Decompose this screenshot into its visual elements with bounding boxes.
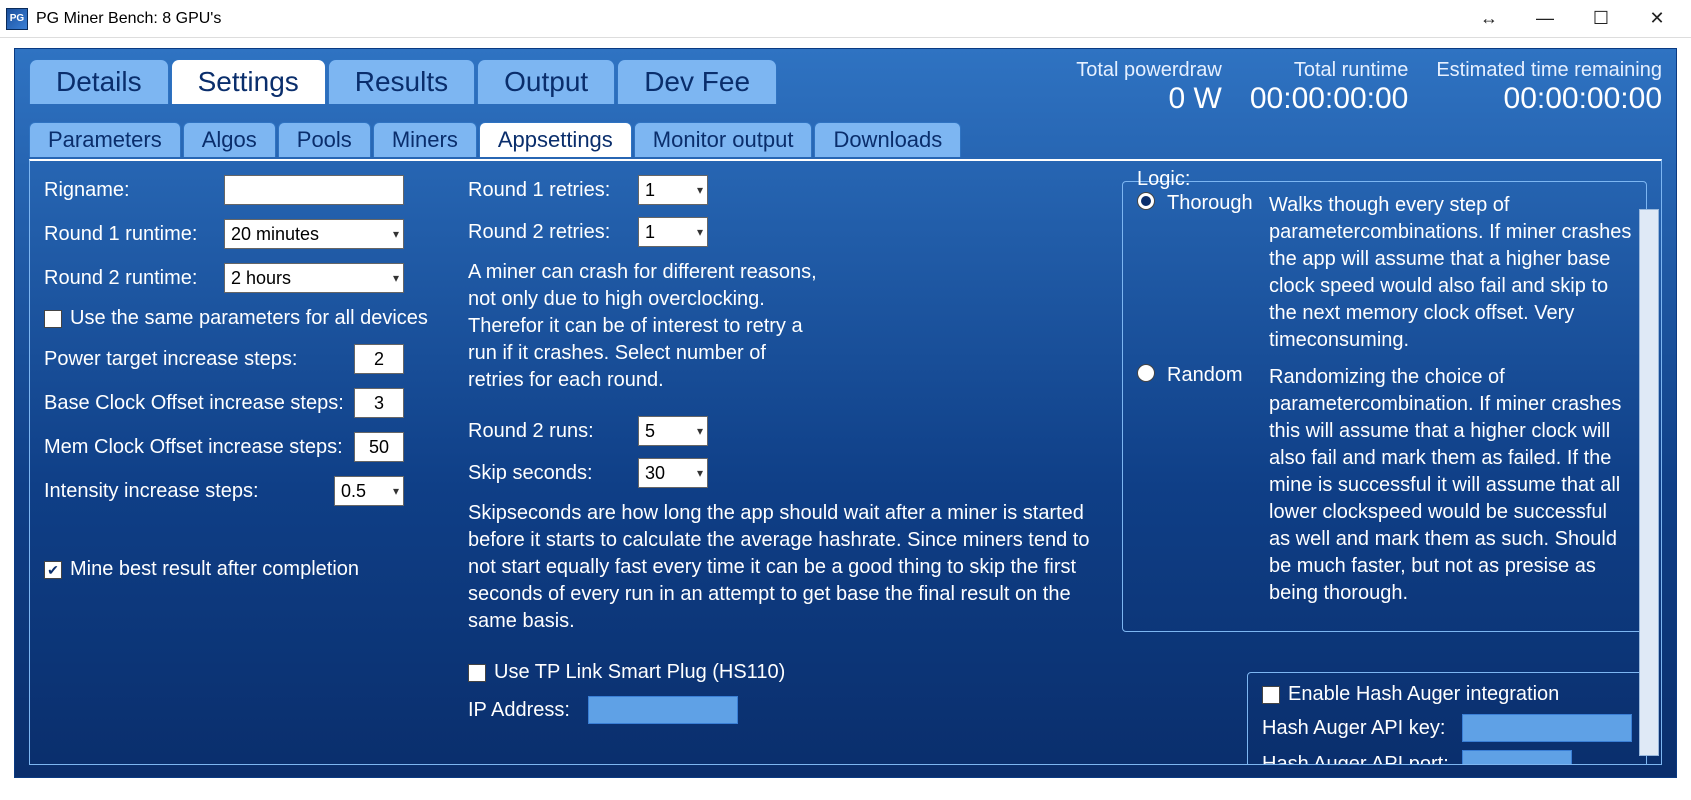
mine-best-checkbox[interactable]: ✔ Mine best result after completion (44, 558, 444, 581)
checkbox-icon (1262, 686, 1280, 704)
subtab-monitoroutput[interactable]: Monitor output (634, 122, 813, 157)
chevron-down-icon: ▾ (697, 225, 703, 239)
stats-bar: Total powerdraw 0 W Total runtime 00:00:… (1076, 59, 1662, 116)
random-radio[interactable] (1137, 364, 1155, 382)
chevron-down-icon: ▾ (393, 271, 399, 285)
round1-runtime-label: Round 1 runtime: (44, 223, 214, 246)
hashauger-enable-checkbox[interactable]: Enable Hash Auger integration (1262, 683, 1632, 706)
round1-retries-select[interactable]: 1 ▾ (638, 175, 708, 205)
hashauger-enable-label: Enable Hash Auger integration (1288, 683, 1559, 706)
main-tabs: Details Settings Results Output Dev Fee (29, 59, 779, 104)
chevron-down-icon: ▾ (697, 466, 703, 480)
mine-best-label: Mine best result after completion (70, 558, 359, 581)
hashauger-apiport-label: Hash Auger API port: (1262, 753, 1452, 766)
chevron-down-icon: ▾ (697, 183, 703, 197)
round2-retries-select[interactable]: 1 ▾ (638, 217, 708, 247)
thorough-name: Thorough (1167, 192, 1257, 215)
hashauger-apiport-input[interactable] (1462, 750, 1572, 765)
power-steps-label: Power target increase steps: (44, 348, 344, 371)
chevron-down-icon: ▾ (697, 424, 703, 438)
rigname-label: Rigname: (44, 179, 214, 202)
round2-runs-select[interactable]: 5 ▾ (638, 416, 708, 446)
same-params-label: Use the same parameters for all devices (70, 307, 428, 330)
logic-legend: Logic: (1133, 168, 1194, 191)
chevron-down-icon: ▾ (393, 484, 399, 498)
random-name: Random (1167, 364, 1257, 387)
skip-seconds-select[interactable]: 30 ▾ (638, 458, 708, 488)
round1-runtime-value: 20 minutes (231, 224, 393, 245)
round2-retries-value: 1 (645, 222, 697, 243)
retry-help-text: A miner can crash for different reasons,… (468, 259, 818, 394)
intensity-select[interactable]: 0.5 ▾ (334, 476, 404, 506)
round2-retries-label: Round 2 retries: (468, 221, 628, 244)
maximize-button[interactable]: ☐ (1573, 0, 1629, 38)
titlebar: PG PG Miner Bench: 8 GPU's ↔ — ☐ ✕ (0, 0, 1691, 38)
thorough-desc: Walks though every step of parametercomb… (1269, 192, 1632, 354)
ip-address-label: IP Address: (468, 699, 578, 722)
tplink-label: Use TP Link Smart Plug (HS110) (494, 661, 785, 684)
tab-details[interactable]: Details (29, 59, 169, 104)
stat-remaining-value: 00:00:00:00 (1504, 82, 1662, 116)
app-icon: PG (6, 8, 28, 30)
app-window: Details Settings Results Output Dev Fee … (14, 48, 1677, 778)
thorough-radio[interactable] (1137, 192, 1155, 210)
subtab-parameters[interactable]: Parameters (29, 122, 181, 157)
subtab-algos[interactable]: Algos (183, 122, 276, 157)
tplink-checkbox[interactable]: Use TP Link Smart Plug (HS110) (468, 661, 1098, 684)
round2-runs-value: 5 (645, 421, 697, 442)
tab-results[interactable]: Results (328, 59, 475, 104)
same-params-checkbox[interactable]: Use the same parameters for all devices (44, 307, 444, 330)
round1-retries-value: 1 (645, 180, 697, 201)
round2-runs-label: Round 2 runs: (468, 420, 628, 443)
logic-groupbox: Logic: Thorough Walks though every step … (1122, 181, 1647, 632)
checkbox-icon (468, 664, 486, 682)
round2-runtime-value: 2 hours (231, 268, 393, 289)
checkbox-icon: ✔ (44, 561, 62, 579)
stat-runtime-value: 00:00:00:00 (1250, 82, 1408, 116)
tab-output[interactable]: Output (477, 59, 615, 104)
chevron-down-icon: ▾ (393, 227, 399, 241)
skip-seconds-label: Skip seconds: (468, 462, 628, 485)
minimize-button[interactable]: — (1517, 0, 1573, 38)
round1-runtime-select[interactable]: 20 minutes ▾ (224, 219, 404, 249)
stat-powerdraw-label: Total powerdraw (1076, 59, 1222, 82)
stat-runtime: Total runtime 00:00:00:00 (1250, 59, 1408, 116)
checkbox-icon (44, 310, 62, 328)
power-steps-input[interactable] (354, 344, 404, 374)
tab-settings[interactable]: Settings (171, 59, 326, 104)
stat-remaining: Estimated time remaining 00:00:00:00 (1436, 59, 1662, 116)
skip-help-text: Skipseconds are how long the app should … (468, 500, 1098, 635)
hashauger-apikey-label: Hash Auger API key: (1262, 717, 1452, 740)
tab-devfee[interactable]: Dev Fee (617, 59, 777, 104)
sub-tabs: Parameters Algos Pools Miners Appsetting… (29, 122, 1662, 157)
mem-steps-input[interactable] (354, 432, 404, 462)
base-steps-input[interactable] (354, 388, 404, 418)
stat-runtime-label: Total runtime (1294, 59, 1409, 82)
stat-powerdraw: Total powerdraw 0 W (1076, 59, 1222, 116)
round1-retries-label: Round 1 retries: (468, 179, 628, 202)
random-desc: Randomizing the choice of parametercombi… (1269, 364, 1632, 607)
intensity-value: 0.5 (341, 481, 393, 502)
intensity-label: Intensity increase steps: (44, 480, 324, 503)
close-button[interactable]: ✕ (1629, 0, 1685, 38)
mem-steps-label: Mem Clock Offset increase steps: (44, 436, 344, 459)
resize-handle-icon[interactable]: ↔ (1461, 0, 1517, 38)
round2-runtime-label: Round 2 runtime: (44, 267, 214, 290)
rigname-input[interactable] (224, 175, 404, 205)
subtab-downloads[interactable]: Downloads (814, 122, 961, 157)
window-title: PG Miner Bench: 8 GPU's (36, 10, 221, 28)
stat-powerdraw-value: 0 W (1169, 82, 1222, 116)
ip-address-input[interactable] (588, 696, 738, 724)
stat-remaining-label: Estimated time remaining (1436, 59, 1662, 82)
round2-runtime-select[interactable]: 2 hours ▾ (224, 263, 404, 293)
skip-seconds-value: 30 (645, 463, 697, 484)
hashauger-apikey-input[interactable] (1462, 714, 1632, 742)
subtab-pools[interactable]: Pools (278, 122, 371, 157)
subtab-miners[interactable]: Miners (373, 122, 477, 157)
settings-panel: Rigname: Round 1 runtime: 20 minutes ▾ R… (29, 159, 1662, 765)
hashauger-groupbox: Enable Hash Auger integration Hash Auger… (1247, 672, 1647, 765)
vertical-scrollbar[interactable] (1639, 209, 1659, 756)
subtab-appsettings[interactable]: Appsettings (479, 122, 632, 157)
base-steps-label: Base Clock Offset increase steps: (44, 392, 344, 415)
